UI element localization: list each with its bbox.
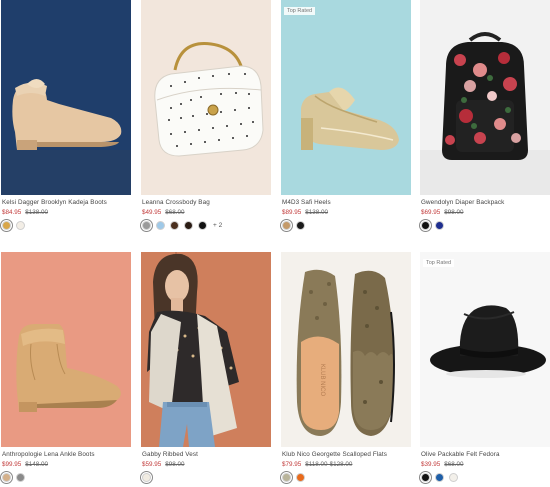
sale-price: $39.95 [421, 461, 441, 468]
color-swatch[interactable] [142, 473, 151, 482]
product-card[interactable]: Kelsi Dagger Brooklyn Kadeja Boots $84.9… [1, 0, 131, 230]
color-swatch[interactable] [2, 473, 11, 482]
product-image[interactable]: KLUB NICO [281, 252, 411, 447]
color-swatch[interactable] [435, 221, 444, 230]
original-price: $138.00 [25, 209, 49, 216]
color-swatch[interactable] [184, 221, 193, 230]
sale-price: $69.95 [421, 209, 441, 216]
sale-price: $59.95 [142, 461, 162, 468]
product-name[interactable]: Gwendolyn Diaper Backpack [421, 199, 550, 206]
product-grid: Kelsi Dagger Brooklyn Kadeja Boots $84.9… [0, 0, 550, 487]
product-image[interactable] [141, 0, 271, 195]
color-swatches [142, 473, 271, 482]
product-card[interactable]: Anthropologie Lena Ankle Boots $99.95 $14… [1, 252, 131, 482]
color-swatch[interactable] [282, 221, 291, 230]
product-name[interactable]: Klub Nico Georgette Scalloped Flats [282, 451, 411, 458]
color-swatch[interactable] [296, 221, 305, 230]
color-swatches [421, 473, 550, 482]
more-colors-link[interactable]: + 2 [213, 222, 222, 229]
product-card[interactable]: Gabby Ribbed Vest $59.95 $98.00 [141, 252, 271, 482]
product-price: $89.95 $138.00 [282, 209, 411, 216]
product-name[interactable]: Leanna Crossbody Bag [142, 199, 271, 206]
color-swatch[interactable] [2, 221, 11, 230]
color-swatch[interactable] [421, 221, 430, 230]
color-swatch[interactable] [449, 473, 458, 482]
product-name[interactable]: M4D3 Safi Heels [282, 199, 411, 206]
product-name[interactable]: Kelsi Dagger Brooklyn Kadeja Boots [2, 199, 131, 206]
product-price: $84.95 $138.00 [2, 209, 131, 216]
color-swatch[interactable] [198, 221, 207, 230]
product-card[interactable]: Leanna Crossbody Bag $49.95 $68.00 + 2 [141, 0, 271, 230]
product-price: $49.95 $68.00 [142, 209, 271, 216]
color-swatch[interactable] [296, 473, 305, 482]
product-name[interactable]: Anthropologie Lena Ankle Boots [2, 451, 131, 458]
sale-price: $89.95 [282, 209, 302, 216]
color-swatch[interactable] [16, 221, 25, 230]
product-image[interactable]: Top Rated [281, 0, 411, 195]
color-swatches [2, 221, 131, 230]
original-price: $148.00 [25, 461, 49, 468]
sale-price: $84.95 [2, 209, 22, 216]
top-rated-badge: Top Rated [284, 7, 316, 15]
original-price: $68.00 [165, 209, 185, 216]
product-name[interactable]: Olive Packable Felt Fedora [421, 451, 550, 458]
sale-price: $79.95 [282, 461, 302, 468]
product-image[interactable]: Top Rated [420, 252, 550, 447]
product-card[interactable]: Gwendolyn Diaper Backpack $69.95 $98.00 [420, 0, 550, 230]
color-swatches [2, 473, 131, 482]
product-card[interactable]: Top Rated M4D3 Safi Heels $89.95 $138.00 [281, 0, 411, 230]
product-name[interactable]: Gabby Ribbed Vest [142, 451, 271, 458]
color-swatch[interactable] [421, 473, 430, 482]
color-swatch[interactable] [435, 473, 444, 482]
product-image[interactable] [420, 0, 550, 195]
svg-text:KLUB NICO: KLUB NICO [319, 364, 325, 397]
sale-price: $99.95 [2, 461, 22, 468]
color-swatch[interactable] [142, 221, 151, 230]
product-price: $79.95 $118.00-$128.00 [282, 461, 411, 468]
original-price: $118.00-$128.00 [305, 461, 353, 468]
product-price: $69.95 $98.00 [421, 209, 550, 216]
sale-price: $49.95 [142, 209, 162, 216]
color-swatch[interactable] [170, 221, 179, 230]
product-price: $39.95 $68.00 [421, 461, 550, 468]
product-image[interactable] [1, 252, 131, 447]
color-swatch[interactable] [156, 221, 165, 230]
top-rated-badge: Top Rated [423, 259, 455, 267]
original-price: $138.00 [305, 209, 329, 216]
product-price: $59.95 $98.00 [142, 461, 271, 468]
original-price: $98.00 [165, 461, 185, 468]
color-swatches [282, 221, 411, 230]
color-swatches [282, 473, 411, 482]
product-card[interactable]: KLUB NICO Klub Nico Georgette Scalloped … [281, 252, 411, 482]
product-image[interactable] [141, 252, 271, 447]
product-image[interactable] [1, 0, 131, 195]
original-price: $98.00 [444, 209, 464, 216]
original-price: $68.00 [444, 461, 464, 468]
color-swatches [421, 221, 550, 230]
color-swatch[interactable] [282, 473, 291, 482]
color-swatch[interactable] [16, 473, 25, 482]
color-swatches: + 2 [142, 221, 271, 230]
product-price: $99.95 $148.00 [2, 461, 131, 468]
product-card[interactable]: Top Rated Olive Packable Felt Fedora $39… [420, 252, 550, 482]
